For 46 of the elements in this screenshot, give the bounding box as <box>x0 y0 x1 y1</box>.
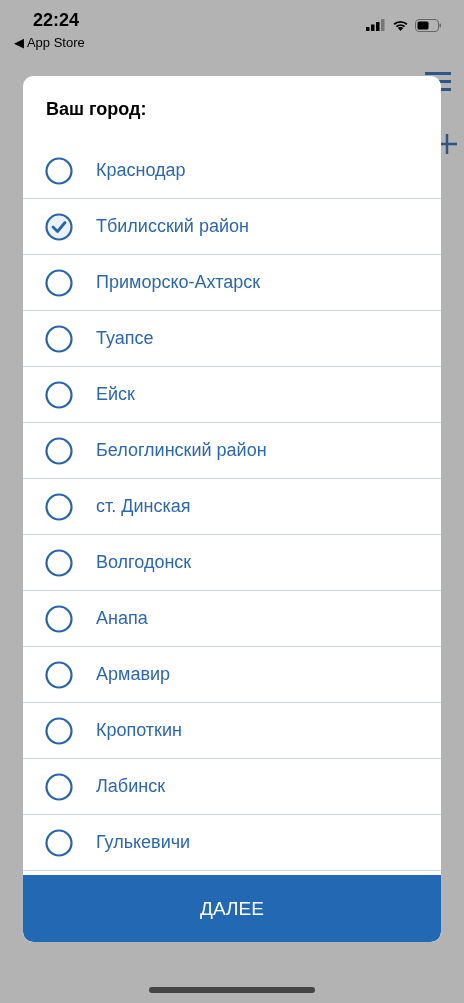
radio-icon[interactable] <box>45 380 73 409</box>
radio-icon[interactable] <box>45 492 73 521</box>
city-option[interactable]: Ейск <box>23 367 441 423</box>
radio-icon[interactable] <box>45 268 73 297</box>
clock-time: 22:24 <box>33 10 80 31</box>
radio-icon[interactable] <box>45 716 73 745</box>
city-option[interactable]: ст. Динская <box>23 479 441 535</box>
radio-icon[interactable] <box>45 324 73 353</box>
checked-radio-icon[interactable] <box>45 212 73 241</box>
city-name: Белоглинский район <box>96 440 267 461</box>
city-name: Кропоткин <box>96 720 182 741</box>
city-option[interactable]: Белоглинский район <box>23 423 441 479</box>
city-option[interactable]: Приморско-Ахтарск <box>23 255 441 311</box>
city-option[interactable]: Лабинск <box>23 759 441 815</box>
signal-icon <box>366 19 386 31</box>
city-name: Волгодонск <box>96 552 192 573</box>
city-name: Гулькевичи <box>96 832 191 853</box>
city-option[interactable]: Кропоткин <box>23 703 441 759</box>
city-name: ст. Динская <box>96 496 191 517</box>
city-name: Краснодар <box>96 160 186 181</box>
city-name: Приморско-Ахтарск <box>96 272 261 293</box>
radio-icon[interactable] <box>45 604 73 633</box>
city-name: Анапа <box>96 608 148 629</box>
city-name: Туапсе <box>96 328 154 349</box>
city-name: Лабинск <box>96 776 165 797</box>
next-button[interactable]: ДАЛЕЕ <box>23 875 441 942</box>
radio-icon[interactable] <box>45 660 73 689</box>
city-name: Армавир <box>96 664 171 685</box>
city-option[interactable]: Анапа <box>23 591 441 647</box>
city-option[interactable]: Краснодар <box>23 143 441 199</box>
city-option[interactable]: Гулькевичи <box>23 815 441 871</box>
city-option[interactable]: Тбилисский район <box>23 199 441 255</box>
city-name: Ейск <box>96 384 135 405</box>
city-option[interactable]: Армавир <box>23 647 441 703</box>
city-name: Тбилисский район <box>96 216 249 237</box>
radio-icon[interactable] <box>45 828 73 857</box>
radio-icon[interactable] <box>45 548 73 577</box>
wifi-icon <box>392 19 409 31</box>
city-option[interactable]: Туапсе <box>23 311 441 367</box>
radio-icon[interactable] <box>45 156 73 185</box>
back-link[interactable]: ◀ App Store <box>14 35 85 50</box>
battery-icon <box>415 18 442 32</box>
dialog-title: Ваш город: <box>45 98 148 121</box>
radio-icon[interactable] <box>45 772 73 801</box>
radio-icon[interactable] <box>45 436 73 465</box>
city-option[interactable]: Волгодонск <box>23 535 441 591</box>
